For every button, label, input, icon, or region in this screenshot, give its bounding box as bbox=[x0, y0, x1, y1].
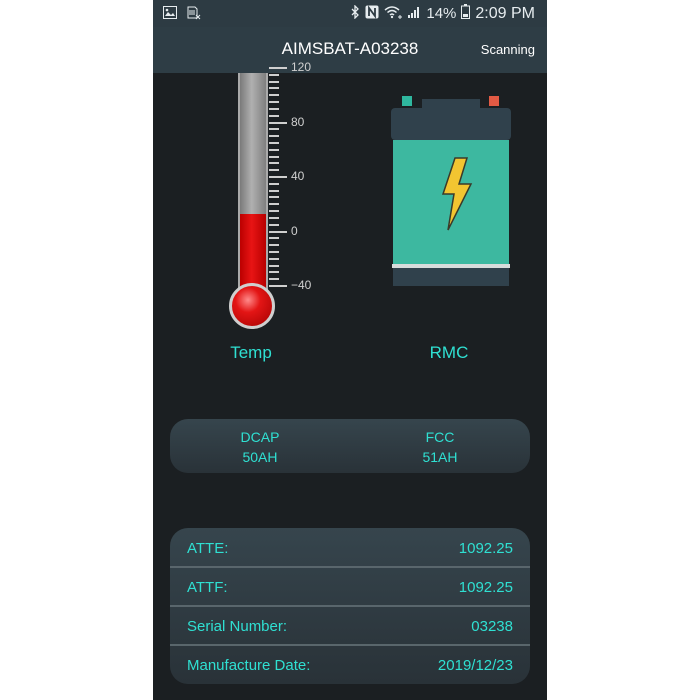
minor-tick bbox=[269, 114, 279, 117]
minor-tick bbox=[269, 189, 279, 192]
minor-tick bbox=[269, 196, 279, 199]
minor-tick bbox=[269, 182, 279, 185]
dcap-label: DCAP bbox=[240, 429, 280, 445]
scale-label: 120 bbox=[291, 60, 312, 74]
fcc-column: FCC 51AH bbox=[350, 427, 530, 467]
fcc-value: 51AH bbox=[422, 449, 458, 465]
minor-tick bbox=[269, 80, 279, 83]
detail-label: ATTF: bbox=[187, 579, 228, 596]
detail-row-attf: ATTF: 1092.25 bbox=[170, 567, 530, 605]
detail-label: Serial Number: bbox=[187, 618, 288, 635]
scale-label: 80 bbox=[291, 114, 305, 129]
rmc-label: RMC bbox=[429, 343, 469, 362]
minor-tick bbox=[269, 271, 279, 274]
major-tick bbox=[269, 285, 287, 287]
detail-value: 2019/12/23 bbox=[437, 657, 513, 674]
minor-tick bbox=[269, 244, 279, 247]
minor-tick bbox=[269, 141, 279, 144]
phone-screen: 14% 2:09 PM AIMSBAT-A03238 Scanning 120 8… bbox=[153, 0, 547, 700]
battery-charging-icon bbox=[389, 94, 513, 290]
detail-row-atte: ATTE: 1092.25 bbox=[170, 528, 530, 566]
temp-label: Temp bbox=[230, 343, 272, 362]
battery-percent: 14% bbox=[426, 5, 457, 22]
minor-tick bbox=[269, 135, 279, 138]
minor-tick bbox=[269, 148, 279, 151]
scale-label: 0 bbox=[291, 223, 298, 238]
minor-tick bbox=[269, 278, 279, 281]
status-bar: 14% 2:09 PM bbox=[153, 0, 547, 27]
detail-label: Manufacture Date: bbox=[187, 657, 311, 674]
wifi-icon bbox=[384, 5, 403, 23]
detail-value: 1092.25 bbox=[458, 540, 513, 557]
battery-status-icon bbox=[461, 4, 471, 23]
gallery-icon bbox=[163, 6, 177, 24]
detail-value: 1092.25 bbox=[458, 579, 513, 596]
minor-tick bbox=[269, 264, 279, 267]
minor-tick bbox=[269, 107, 279, 110]
temperature-gauge: 120 80 40 0 −40 bbox=[225, 60, 345, 333]
major-tick bbox=[269, 176, 287, 178]
scale-label: 40 bbox=[291, 169, 305, 183]
minor-tick bbox=[269, 216, 279, 219]
minor-tick bbox=[269, 237, 279, 240]
minor-tick bbox=[269, 223, 279, 226]
detail-row-serial-number: Serial Number: 03238 bbox=[170, 606, 530, 644]
minor-tick bbox=[269, 101, 279, 104]
fcc-label: FCC bbox=[425, 429, 455, 445]
signal-icon bbox=[407, 5, 421, 23]
minor-tick bbox=[269, 169, 279, 172]
minor-tick bbox=[269, 87, 279, 90]
minor-tick bbox=[269, 210, 279, 213]
dcap-value: 50AH bbox=[242, 449, 278, 465]
detail-label: ATTE: bbox=[187, 540, 229, 557]
no-sim-icon bbox=[187, 6, 201, 24]
detail-row-manufacture-date: Manufacture Date: 2019/12/23 bbox=[170, 645, 530, 683]
minor-tick bbox=[269, 250, 279, 253]
minor-tick bbox=[269, 155, 279, 158]
minor-tick bbox=[269, 203, 279, 206]
major-tick bbox=[269, 230, 287, 233]
minor-tick bbox=[269, 162, 279, 165]
major-tick bbox=[269, 67, 287, 69]
major-tick bbox=[269, 121, 287, 124]
nfc-icon bbox=[365, 4, 379, 23]
minor-tick bbox=[269, 128, 279, 131]
capacity-card: DCAP 50AH FCC 51AH bbox=[170, 419, 530, 473]
scanning-status[interactable]: Scanning bbox=[481, 42, 535, 57]
scale-label: −40 bbox=[291, 278, 312, 292]
clock: 2:09 PM bbox=[475, 4, 535, 22]
minor-tick bbox=[269, 73, 279, 76]
dcap-column: DCAP 50AH bbox=[170, 427, 350, 467]
app-bar: AIMSBAT-A03238 Scanning bbox=[153, 27, 547, 73]
thermometer-scale: 120 80 40 0 −40 bbox=[269, 60, 311, 293]
detail-value: 03238 bbox=[471, 618, 513, 635]
bluetooth-icon bbox=[351, 3, 360, 23]
minor-tick bbox=[269, 257, 279, 260]
minor-tick bbox=[269, 94, 279, 97]
details-card: ATTE: 1092.25 ATTF: 1092.25 Serial Numbe… bbox=[170, 528, 530, 684]
